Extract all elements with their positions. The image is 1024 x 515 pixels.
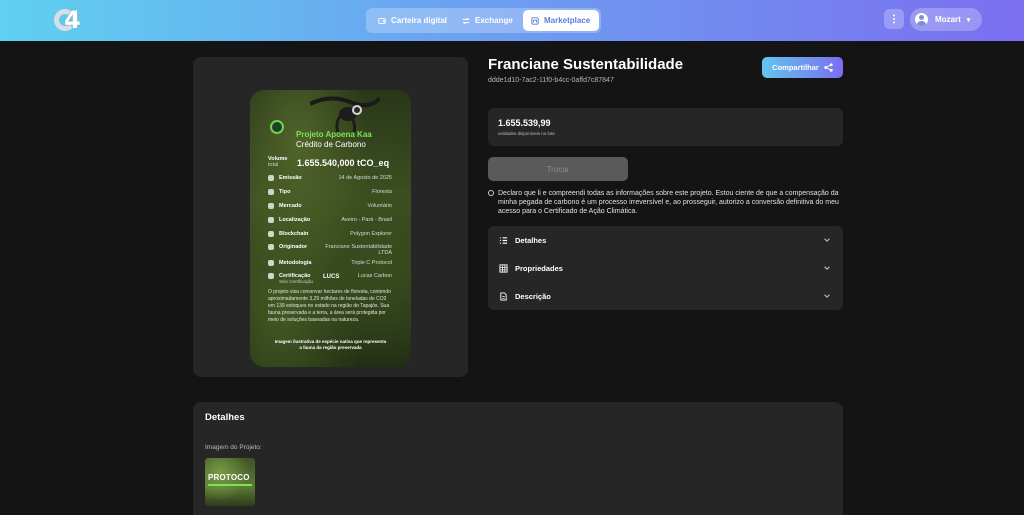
consent-checkbox-row[interactable]: Declaro que li e compreendi todas as inf… <box>488 189 843 216</box>
volume-sublabel: total <box>268 162 279 168</box>
row-value: Polygon Explorer <box>350 231 392 237</box>
volume-label: Volume total <box>268 156 287 168</box>
certification-seal-icon <box>270 120 284 134</box>
nft-title: Projeto Apoena Kaa <box>296 130 372 139</box>
row-value: Triple C Protocol <box>351 260 392 266</box>
nft-subtitle: Crédito de Carbono <box>296 140 366 149</box>
project-image-thumbnail[interactable]: PROTOCO <box>205 458 255 506</box>
row-key: Originador <box>279 244 308 250</box>
row-key: Metodologia <box>279 260 312 266</box>
share-label: Compartilhar <box>772 63 819 72</box>
tab-label: Carteira digital <box>391 16 448 25</box>
chevron-down-icon <box>824 294 830 298</box>
nft-row-tipo: Tipo Floresta <box>268 189 392 199</box>
monkey-illustration <box>310 96 380 132</box>
chevron-down-icon <box>824 238 830 242</box>
blockchain-icon <box>268 231 274 237</box>
tab-marketplace[interactable]: Marketplace <box>523 10 599 31</box>
nft-row-metodologia: Metodologia Triple C Protocol <box>268 260 392 270</box>
location-pin-icon <box>268 217 274 223</box>
user-menu-button[interactable]: Mozart ▾ <box>910 8 982 31</box>
row-key: Emissão <box>279 175 302 181</box>
share-button[interactable]: Compartilhar <box>762 57 843 78</box>
row-key: Mercado <box>279 203 302 209</box>
accordion-descricao[interactable]: Descrição <box>488 282 843 310</box>
row-value: Aveiro - Pará - Brasil <box>341 217 392 223</box>
accordion-detalhes[interactable]: Detalhes <box>488 226 843 254</box>
tree-icon <box>268 189 274 195</box>
chevron-down-icon <box>824 266 830 270</box>
vertical-dots-icon <box>893 14 895 24</box>
details-heading: Detalhes <box>205 412 245 423</box>
originator-icon <box>268 244 274 250</box>
thumbnail-text: PROTOCO <box>208 473 250 482</box>
page-title: Franciane Sustentabilidade <box>488 56 684 73</box>
nft-row-blockchain: Blockchain Polygon Explorer <box>268 231 392 241</box>
chevron-down-icon: ▾ <box>966 16 971 24</box>
row-value: 14 de Agosto de 2025 <box>338 175 392 181</box>
logo-glyph: 4 <box>64 6 81 34</box>
info-accordion: Detalhes Propriedades Descrição <box>488 226 843 310</box>
wallet-icon <box>378 17 386 24</box>
nft-row-mercado: Mercado Voluntário <box>268 203 392 213</box>
consent-radio[interactable] <box>488 190 494 196</box>
nft-description: O projeto visa conservar hectares de flo… <box>268 289 391 323</box>
details-section: Detalhes Imagem do Projeto: PROTOCO <box>193 402 843 515</box>
methodology-icon <box>268 260 274 266</box>
tab-label: Marketplace <box>544 16 591 25</box>
app-logo[interactable]: 4 <box>54 6 84 34</box>
list-icon <box>499 236 508 244</box>
nft-row-emissao: Emissão 14 de Agosto de 2025 <box>268 175 392 185</box>
avatar-icon <box>915 13 928 26</box>
consent-text: Declaro que li e compreendi todas as inf… <box>498 190 839 215</box>
accordion-propriedades[interactable]: Propriedades <box>488 254 843 282</box>
market-icon <box>268 203 274 209</box>
accordion-label: Propriedades <box>515 263 563 273</box>
grid-icon <box>499 263 508 273</box>
certification-sublabel: Selo Certificação <box>279 279 314 284</box>
emission-icon <box>268 175 274 181</box>
storefront-icon <box>531 16 539 25</box>
nft-certificate-card: Projeto Apoena Kaa Crédito de Carbono Vo… <box>250 90 411 367</box>
more-options-button[interactable] <box>884 9 904 29</box>
volume-value: 1.655.540,000 tCO_eq <box>297 158 390 168</box>
accordion-label: Descrição <box>515 291 551 301</box>
share-icon <box>824 63 833 72</box>
project-id: ddde1d10-7ac2-11f0-b4cc-0affd7c87847 <box>488 77 614 84</box>
row-value: Floresta <box>372 189 392 195</box>
row-value: Franciane Sustentabilidade LTDA <box>325 244 392 256</box>
tab-carteira-digital[interactable]: Carteira digital <box>370 10 450 31</box>
row-key: Blockchain <box>279 231 309 237</box>
main-nav-tabs: Carteira digital Exchange Marketplace <box>366 8 601 33</box>
row-key: Localização <box>279 217 311 223</box>
user-name: Mozart <box>935 15 961 24</box>
certificate-icon <box>268 273 274 279</box>
nft-row-originador: Originador Franciane Sustentabilidade LT… <box>268 244 392 256</box>
project-image-label: Imagem do Projeto: <box>205 444 262 451</box>
available-label: unidades disponíveis no lote <box>498 131 555 136</box>
nft-footer-note: Imagem ilustrativa de espécie nativa que… <box>274 339 387 350</box>
document-icon <box>500 291 507 301</box>
row-value: Voluntário <box>367 203 392 209</box>
tab-exchange[interactable]: Exchange <box>454 10 520 31</box>
availability-card: 1.655.539,99 unidades disponíveis no lot… <box>488 108 843 146</box>
accordion-label: Detalhes <box>515 235 547 245</box>
exchange-arrows-icon <box>462 16 470 25</box>
nft-row-localizacao: Localização Aveiro - Pará - Brasil <box>268 217 392 227</box>
available-amount: 1.655.539,99 <box>498 118 551 128</box>
trade-button[interactable]: Trocar <box>488 157 628 181</box>
tab-label: Exchange <box>475 16 513 25</box>
row-key: Tipo <box>279 189 291 195</box>
top-navigation-bar: 4 Carteira digital Exchange Marketplace … <box>0 0 1024 41</box>
thumbnail-stripe <box>208 484 252 486</box>
